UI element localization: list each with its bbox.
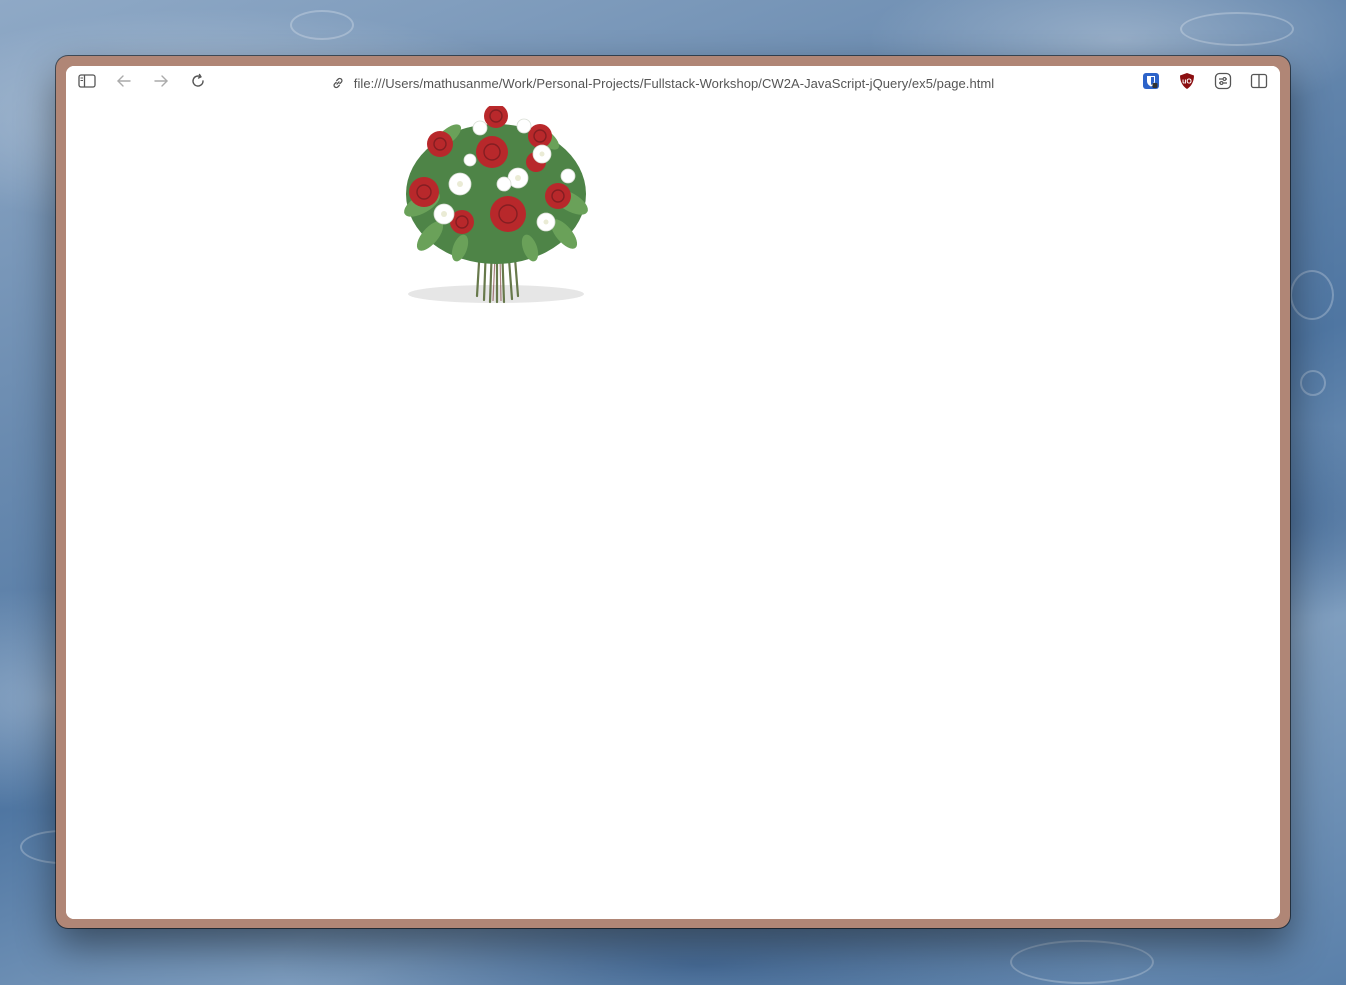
browser-window: file:///Users/mathusanme/Work/Personal-P… [66,66,1280,919]
browser-toolbar: file:///Users/mathusanme/Work/Personal-P… [66,66,1280,100]
tab-settings-icon [1214,72,1232,95]
svg-text:uO: uO [1182,78,1192,85]
ublock-origin-extension-button[interactable]: uO [1177,72,1197,95]
url-text: file:///Users/mathusanme/Work/Personal-P… [353,75,995,91]
bitwarden-extension-button[interactable] [1141,72,1161,95]
sidebar-icon [78,73,96,93]
bouquet-image [400,104,592,306]
back-arrow-icon [116,74,132,93]
forward-button[interactable] [150,72,172,94]
split-view-icon [1250,73,1268,94]
bitwarden-extension-icon [1142,72,1160,95]
ublock-origin-extension-icon: uO [1178,72,1196,95]
tab-settings-button[interactable] [1213,72,1233,95]
forward-arrow-icon [153,74,169,93]
page-content [66,100,1280,919]
address-bar[interactable]: file:///Users/mathusanme/Work/Personal-P… [302,71,1022,95]
reload-icon [190,73,206,94]
split-view-button[interactable] [1249,73,1269,93]
link-icon [330,75,346,91]
back-button[interactable] [113,72,135,94]
sidebar-toggle-button[interactable] [76,72,98,94]
reload-button[interactable] [187,72,209,94]
